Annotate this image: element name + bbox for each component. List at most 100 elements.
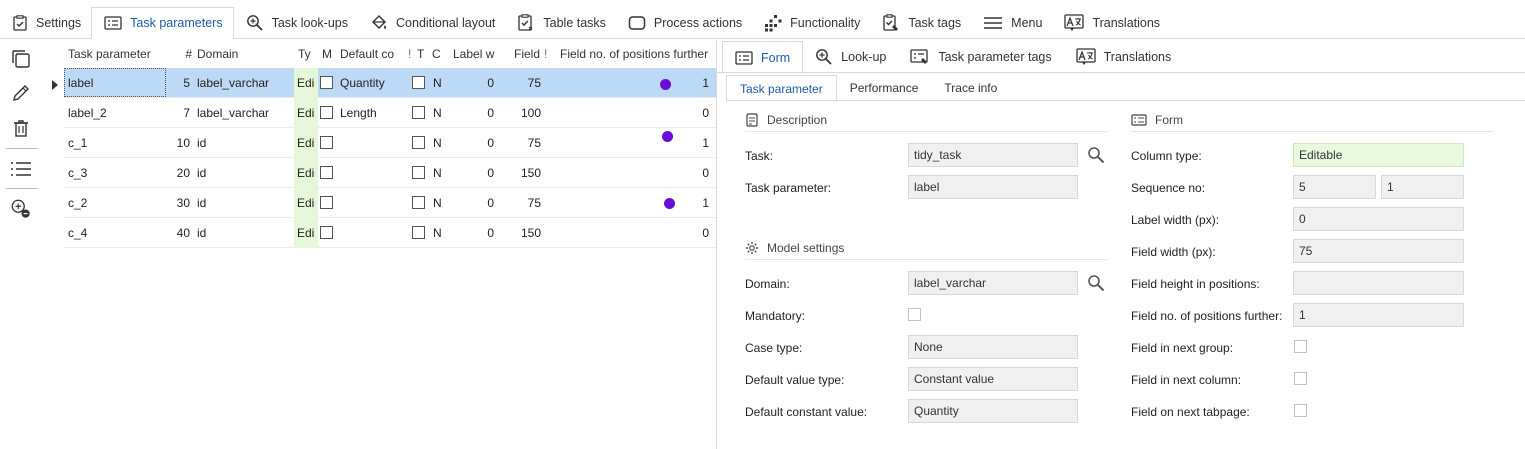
cell-t[interactable]: [412, 98, 428, 128]
cell-t[interactable]: [412, 158, 428, 188]
header-t[interactable]: T: [417, 40, 429, 68]
tab-detail-translations[interactable]: Translations: [1064, 41, 1184, 73]
header-resize-mark[interactable]: !: [408, 40, 414, 68]
cell-type[interactable]: Edi: [294, 158, 318, 188]
mandatory-checkbox[interactable]: [320, 136, 333, 150]
cell-field-width[interactable]: 150: [504, 218, 541, 248]
cell-label-width[interactable]: 0: [464, 68, 494, 98]
cell-c[interactable]: N: [433, 188, 447, 218]
cell-c[interactable]: N: [433, 68, 447, 98]
cell-positions[interactable]: 1: [674, 68, 709, 98]
cell-default[interactable]: Quantity: [340, 68, 412, 98]
cell-type[interactable]: Edi: [294, 188, 318, 218]
header-c[interactable]: C: [432, 40, 444, 68]
cell-positions[interactable]: 1: [674, 188, 709, 218]
cell-seq[interactable]: 40: [172, 218, 190, 248]
header-task-parameter[interactable]: Task parameter: [68, 40, 178, 68]
cell-domain[interactable]: label_varchar: [197, 68, 292, 98]
cell-default[interactable]: Length: [340, 98, 412, 128]
subtab-trace-info[interactable]: Trace info: [931, 75, 1010, 101]
cell-task-parameter[interactable]: c_4: [68, 218, 164, 248]
tab-table-tasks[interactable]: Table tasks: [505, 7, 616, 38]
default-value-type-select[interactable]: Constant value: [908, 367, 1078, 391]
cell-default[interactable]: [340, 218, 412, 248]
cell-domain[interactable]: id: [197, 128, 292, 158]
tab-process-actions[interactable]: Process actions: [616, 7, 752, 38]
tab-task-parameter-tags[interactable]: Task parameter tags: [898, 41, 1063, 73]
cell-mandatory[interactable]: [320, 218, 336, 248]
cell-default[interactable]: [340, 158, 412, 188]
cell-task-parameter[interactable]: label: [68, 68, 164, 98]
tab-task-tags[interactable]: Task tags: [870, 7, 971, 38]
header-type[interactable]: Ty: [298, 40, 318, 68]
cell-mandatory[interactable]: [320, 188, 336, 218]
header-default-const[interactable]: Default co: [340, 40, 408, 68]
mandatory-checkbox[interactable]: [908, 308, 921, 321]
copy-button[interactable]: [10, 48, 32, 70]
cell-task-parameter[interactable]: label_2: [68, 98, 164, 128]
cell-task-parameter[interactable]: c_3: [68, 158, 164, 188]
t-checkbox[interactable]: [412, 136, 425, 150]
cell-type[interactable]: Edi: [294, 128, 318, 158]
mandatory-checkbox[interactable]: [320, 166, 333, 180]
cell-label-width[interactable]: 0: [464, 158, 494, 188]
tab-translations[interactable]: Translations: [1052, 7, 1170, 38]
cell-seq[interactable]: 10: [172, 128, 190, 158]
cell-positions[interactable]: 0: [674, 98, 709, 128]
table-row[interactable]: label_2 7 label_varchar Edi Length N 0 1…: [64, 98, 716, 128]
edit-button[interactable]: [10, 82, 32, 104]
cell-seq[interactable]: 30: [172, 188, 190, 218]
tab-settings[interactable]: Settings: [0, 7, 91, 38]
cell-task-parameter[interactable]: c_1: [68, 128, 164, 158]
cell-t[interactable]: [412, 188, 428, 218]
t-checkbox[interactable]: [412, 196, 425, 210]
cell-mandatory[interactable]: [320, 128, 336, 158]
positions-further-field[interactable]: 1: [1293, 303, 1464, 327]
tab-menu[interactable]: Menu: [971, 7, 1052, 38]
sequence-no-field[interactable]: 5: [1293, 175, 1376, 199]
case-type-select[interactable]: None: [908, 335, 1078, 359]
cell-type[interactable]: Edi: [294, 68, 318, 98]
table-row[interactable]: c_2 30 id Edi N 0 75 1: [64, 188, 716, 218]
tab-form[interactable]: Form: [722, 41, 804, 74]
header-mandatory[interactable]: M: [322, 40, 336, 68]
tab-task-lookups[interactable]: Task look-ups: [234, 7, 358, 38]
header-seq[interactable]: #: [174, 40, 192, 68]
cell-mandatory[interactable]: [320, 68, 336, 98]
subtab-performance[interactable]: Performance: [837, 75, 932, 101]
cell-mandatory[interactable]: [320, 98, 336, 128]
cell-domain[interactable]: id: [197, 188, 292, 218]
subtab-task-parameter[interactable]: Task parameter: [726, 75, 837, 102]
task-parameter-field[interactable]: label: [908, 175, 1078, 199]
t-checkbox[interactable]: [412, 166, 425, 180]
cell-label-width[interactable]: 0: [464, 98, 494, 128]
cell-t[interactable]: [412, 218, 428, 248]
mandatory-checkbox[interactable]: [320, 76, 333, 90]
cell-default[interactable]: [340, 188, 412, 218]
cell-type[interactable]: Edi: [294, 98, 318, 128]
domain-field[interactable]: label_varchar: [908, 271, 1078, 295]
mandatory-checkbox[interactable]: [320, 226, 333, 240]
label-width-field[interactable]: 0: [1293, 207, 1464, 231]
cell-positions[interactable]: 1: [674, 128, 709, 158]
t-checkbox[interactable]: [412, 226, 425, 240]
cell-label-width[interactable]: 0: [464, 188, 494, 218]
list-button[interactable]: [10, 158, 32, 180]
header-positions[interactable]: Field no. of positions further: [560, 40, 716, 68]
table-row[interactable]: c_3 20 id Edi N 0 150 0: [64, 158, 716, 188]
cell-c[interactable]: N: [433, 218, 447, 248]
cell-domain[interactable]: id: [197, 218, 292, 248]
cell-task-parameter[interactable]: c_2: [68, 188, 164, 218]
header-label-width[interactable]: Label w: [453, 40, 503, 68]
cell-seq[interactable]: 5: [172, 68, 190, 98]
field-height-field[interactable]: [1293, 271, 1464, 295]
cell-mandatory[interactable]: [320, 158, 336, 188]
next-group-checkbox[interactable]: [1294, 340, 1307, 353]
cell-t[interactable]: [412, 128, 428, 158]
cell-c[interactable]: N: [433, 128, 447, 158]
cell-default[interactable]: [340, 128, 412, 158]
table-row[interactable]: c_1 10 id Edi N 0 75 1: [64, 128, 716, 158]
table-row[interactable]: label 5 label_varchar Edi Quantity N 0 7…: [64, 68, 716, 98]
cell-domain[interactable]: id: [197, 158, 292, 188]
expand-collapse-button[interactable]: [10, 198, 32, 220]
